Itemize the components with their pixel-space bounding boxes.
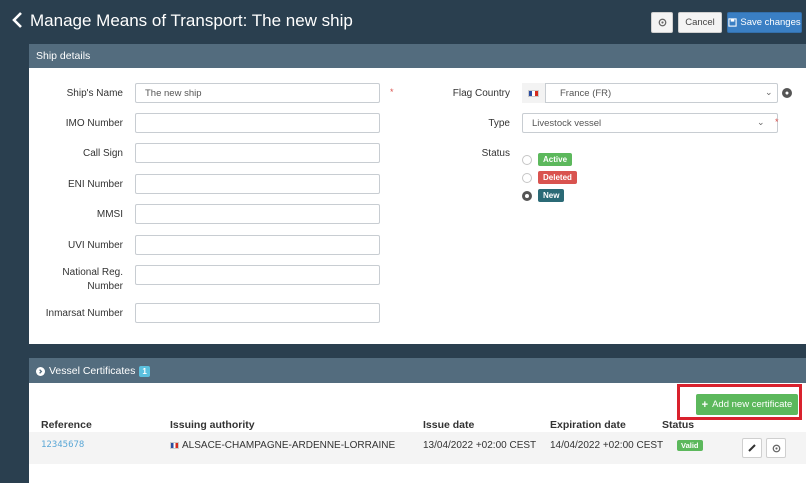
gear-icon <box>772 444 780 452</box>
certificate-status-badge: Valid <box>677 440 703 451</box>
col-reference: Reference <box>41 419 92 431</box>
certificate-issue-date: 13/04/2022 +02:00 CEST <box>423 440 537 451</box>
ship-name-label: Ship's Name <box>66 88 123 99</box>
col-issuing-authority: Issuing authority <box>170 419 255 431</box>
mmsi-label: MMSI <box>96 209 123 220</box>
certificate-settings-button[interactable] <box>766 438 786 458</box>
status-option-new: New <box>538 189 565 202</box>
col-status: Status <box>662 419 695 431</box>
ship-name-input[interactable]: The new ship <box>135 83 380 103</box>
call-sign-label: Call Sign <box>82 148 123 159</box>
eni-label: ENI Number <box>67 179 123 190</box>
national-reg-label-line2: Number <box>87 281 123 292</box>
add-new-certificate-label: Add new certificate <box>712 399 793 410</box>
flag-country-flag <box>522 83 546 103</box>
status-option-deleted: Deleted <box>538 171 577 184</box>
save-icon <box>728 18 738 27</box>
inmarsat-label: Inmarsat Number <box>45 308 123 319</box>
circle-arrow-icon <box>36 366 45 376</box>
imo-label: IMO Number <box>65 118 123 129</box>
page-title: Manage Means of Transport: The new ship <box>30 11 353 30</box>
col-expiration-date: Expiration date <box>550 419 626 431</box>
ship-details-title: Ship details <box>36 50 91 62</box>
required-marker: * <box>775 117 779 127</box>
type-select[interactable]: Livestock vessel <box>522 113 778 133</box>
national-reg-input[interactable] <box>135 265 380 285</box>
inmarsat-input[interactable] <box>135 303 380 323</box>
save-changes-button[interactable]: Save changes <box>727 12 802 33</box>
pencil-icon <box>748 444 756 452</box>
plus-icon: + <box>701 398 709 411</box>
status-radio-new[interactable] <box>522 191 532 201</box>
flag-icon <box>170 442 179 449</box>
imo-input[interactable] <box>135 113 380 133</box>
chevron-left-icon[interactable] <box>10 9 24 31</box>
gear-icon <box>658 18 666 27</box>
status-radio-active[interactable] <box>522 155 532 165</box>
uvi-label: UVI Number <box>67 240 123 251</box>
certificate-reference-link[interactable]: 12345678 <box>41 440 84 450</box>
national-reg-label-line1: National Reg. <box>62 267 123 278</box>
type-label: Type <box>488 118 510 129</box>
flag-country-select[interactable]: France (FR) <box>522 83 778 103</box>
ship-details-header <box>29 44 806 68</box>
eni-input[interactable] <box>135 174 380 194</box>
uvi-input[interactable] <box>135 235 380 255</box>
certificate-authority-text: ALSACE-CHAMPAGNE-ARDENNE-LORRAINE <box>182 440 396 451</box>
chevron-down-icon: ⌄ <box>757 117 765 127</box>
mmsi-input[interactable] <box>135 204 380 224</box>
vessel-certificates-title-group[interactable]: Vessel Certificates 1 <box>36 365 150 377</box>
call-sign-input[interactable] <box>135 143 380 163</box>
status-option-active: Active <box>538 153 573 166</box>
status-radio-deleted[interactable] <box>522 173 532 183</box>
add-new-certificate-button[interactable]: + Add new certificate <box>696 394 798 415</box>
certificate-expiration-date: 14/04/2022 +02:00 CEST <box>550 440 664 451</box>
panel-gap <box>29 344 806 358</box>
required-marker: * <box>390 87 394 97</box>
chevron-down-icon: ⌄ <box>765 87 773 97</box>
flag-country-label: Flag Country <box>452 88 510 99</box>
status-label: Status <box>481 148 510 159</box>
globe-icon[interactable]: ● <box>782 88 792 98</box>
save-changes-label: Save changes <box>740 17 801 28</box>
col-issue-date: Issue date <box>423 419 475 431</box>
settings-button[interactable] <box>651 12 673 33</box>
flag-icon <box>528 89 539 97</box>
cancel-button[interactable]: Cancel <box>678 12 722 33</box>
certificate-authority: ALSACE-CHAMPAGNE-ARDENNE-LORRAINE <box>170 440 395 451</box>
edit-certificate-button[interactable] <box>742 438 762 458</box>
certificate-count-badge: 1 <box>139 365 150 377</box>
vessel-certificates-title: Vessel Certificates <box>49 365 136 377</box>
